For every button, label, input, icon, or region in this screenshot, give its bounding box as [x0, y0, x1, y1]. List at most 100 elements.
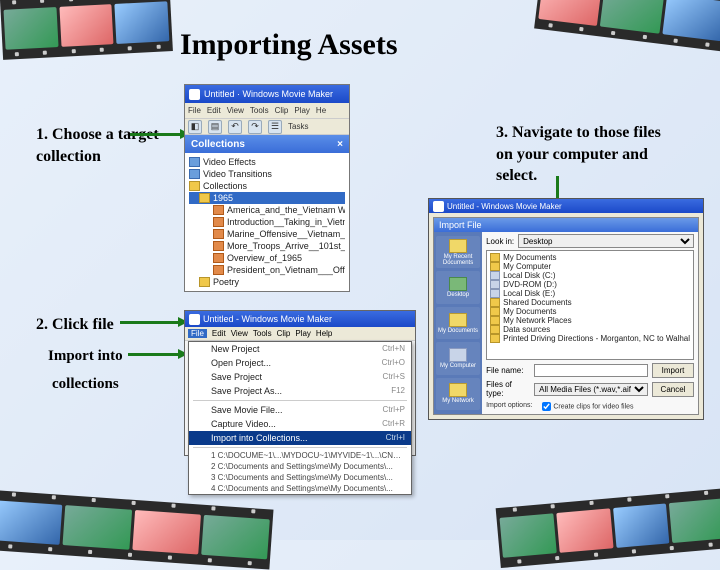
folder-icon: [490, 325, 500, 334]
place-item[interactable]: My Computer: [436, 342, 480, 374]
places-bar[interactable]: My Recent DocumentsDesktopMy DocumentsMy…: [434, 232, 482, 414]
menubar[interactable]: File Edit View Tools Clip Play Help: [185, 327, 415, 341]
folder-icon: [490, 298, 500, 307]
menu-help[interactable]: Help: [316, 329, 332, 338]
cancel-button[interactable]: Cancel: [652, 382, 694, 397]
file-list-item[interactable]: My Computer: [489, 262, 691, 271]
step-2-label-line2: Import into: [48, 346, 123, 366]
menu-item[interactable]: Import into Collections...Ctrl+I: [189, 431, 411, 445]
tree-item[interactable]: Collections: [189, 180, 345, 192]
create-clips-checkbox[interactable]: Create clips for video files: [542, 402, 633, 411]
menu-item[interactable]: Save ProjectCtrl+S: [189, 370, 411, 384]
step-1-label: 1. Choose a target collection: [36, 124, 186, 167]
tree-item[interactable]: Poetry: [189, 276, 345, 288]
toolbar[interactable]: ◧ ▤ ↶ ↷ ☰ Tasks: [185, 119, 349, 135]
menu-clip[interactable]: Clip: [277, 329, 291, 338]
tree-item-label: More_Troops_Arrive__101st_Airb: [227, 241, 345, 251]
file-list-item[interactable]: My Documents: [489, 307, 691, 316]
menu-play[interactable]: Play: [294, 106, 310, 115]
file-menu-dropdown[interactable]: New ProjectCtrl+NOpen Project...Ctrl+OSa…: [188, 341, 412, 495]
file-list-item[interactable]: My Network Places: [489, 316, 691, 325]
tree-item-label: Video Transitions: [203, 169, 272, 179]
place-item[interactable]: Desktop: [436, 271, 480, 303]
tree-item[interactable]: Video Effects: [189, 156, 345, 168]
folder-icon: [490, 334, 500, 343]
folder-icon: [213, 241, 224, 251]
menu-item[interactable]: New ProjectCtrl+N: [189, 342, 411, 356]
file-list[interactable]: My DocumentsMy ComputerLocal Disk (C:)DV…: [486, 250, 694, 360]
tree-item[interactable]: America_and_the_Vietnam War: [189, 204, 345, 216]
recent-file[interactable]: 2 C:\Documents and Settings\me\My Docume…: [189, 461, 411, 472]
tree-item[interactable]: President_on_Vietnam___Offers_P: [189, 264, 345, 276]
menu-item[interactable]: Save Project As...F12: [189, 384, 411, 398]
toolbar-button[interactable]: ▤: [208, 120, 222, 134]
menu-clip[interactable]: Clip: [275, 106, 289, 115]
menu-edit[interactable]: Edit: [212, 329, 226, 338]
app-icon: [189, 89, 200, 100]
window-title: Untitled - Windows Movie Maker: [203, 314, 332, 324]
menubar[interactable]: File Edit View Tools Clip Play He: [185, 103, 349, 119]
file-list-item[interactable]: Printed Driving Directions - Morganton, …: [489, 334, 691, 343]
toolbar-button[interactable]: ↷: [248, 120, 262, 134]
import-button[interactable]: Import: [652, 363, 694, 378]
recent-file[interactable]: 4 C:\Documents and Settings\me\My Docume…: [189, 483, 411, 494]
folder-icon: [199, 193, 210, 203]
recent-file[interactable]: 1 C:\DOCUME~1\...\MYDOCU~1\MYVIDE~1\...\…: [189, 450, 411, 461]
file-list-item[interactable]: My Documents: [489, 253, 691, 262]
menu-edit[interactable]: Edit: [207, 106, 221, 115]
tree-item-label: Collections: [203, 181, 247, 191]
recent-file[interactable]: 3 C:\Documents and Settings\me\My Docume…: [189, 472, 411, 483]
file-list-item[interactable]: Local Disk (C:): [489, 271, 691, 280]
arrow-icon: [128, 353, 180, 356]
menu-item[interactable]: Save Movie File...Ctrl+P: [189, 403, 411, 417]
menu-item[interactable]: Capture Video...Ctrl+R: [189, 417, 411, 431]
screenshot-collections-panel: Untitled · Windows Movie Maker FileEditV…: [184, 84, 350, 292]
lookin-select[interactable]: Desktop: [518, 234, 694, 248]
menu-view[interactable]: View: [227, 106, 244, 115]
file-list-item[interactable]: DVD-ROM (D:): [489, 280, 691, 289]
folder-icon: [213, 229, 224, 239]
menu-view[interactable]: View: [231, 329, 248, 338]
tree-item-label: Marine_Offensive__Vietnam_Land: [227, 229, 345, 239]
file-list-item[interactable]: Data sources: [489, 325, 691, 334]
menu-tools[interactable]: Tools: [250, 106, 269, 115]
step-3-label: 3. Navigate to those files on your compu…: [496, 122, 666, 187]
menu-he[interactable]: He: [316, 106, 326, 115]
step-2-label: 2. Click file: [36, 314, 166, 336]
menu-tools[interactable]: Tools: [253, 329, 272, 338]
folder-icon: [199, 277, 210, 287]
file-list-item[interactable]: Shared Documents: [489, 298, 691, 307]
tasks-button[interactable]: ☰: [268, 120, 282, 134]
folder-icon: [213, 205, 224, 215]
app-icon: [189, 314, 200, 325]
place-item[interactable]: My Documents: [436, 307, 480, 339]
filetype-select[interactable]: All Media Files (*.wav,*.aif,*.aiff,*.mp…: [534, 383, 648, 396]
drive-icon: [490, 289, 500, 298]
filmstrip-decoration: [0, 0, 173, 60]
tree-item[interactable]: Overview_of_1965: [189, 252, 345, 264]
menu-file[interactable]: File: [188, 106, 201, 115]
menu-play[interactable]: Play: [295, 329, 311, 338]
menu-file[interactable]: File: [188, 329, 207, 338]
tree-item[interactable]: Introduction__Taking_in_Vietnar: [189, 216, 345, 228]
menu-item[interactable]: Open Project...Ctrl+O: [189, 356, 411, 370]
window-titlebar: Untitled - Windows Movie Maker: [185, 311, 415, 327]
tree-item[interactable]: More_Troops_Arrive__101st_Airb: [189, 240, 345, 252]
window-titlebar: Untitled - Windows Movie Maker: [429, 199, 703, 213]
tree-item[interactable]: 1965: [189, 192, 345, 204]
tree-item[interactable]: Video Transitions: [189, 168, 345, 180]
toolbar-button[interactable]: ↶: [228, 120, 242, 134]
arrow-icon: [120, 321, 180, 324]
close-icon[interactable]: ×: [337, 139, 343, 150]
tree-item[interactable]: Marine_Offensive__Vietnam_Land: [189, 228, 345, 240]
toolbar-button[interactable]: ◧: [188, 120, 202, 134]
filename-input[interactable]: [534, 364, 648, 377]
import-options-label: Import options:: [486, 402, 532, 411]
file-list-item[interactable]: Local Disk (E:): [489, 289, 691, 298]
folder-icon: [490, 262, 500, 271]
filename-label: File name:: [486, 366, 530, 375]
place-item[interactable]: My Network: [436, 378, 480, 410]
screenshot-import-dialog: Untitled - Windows Movie Maker Import Fi…: [428, 198, 704, 420]
place-item[interactable]: My Recent Documents: [436, 236, 480, 268]
collections-tree[interactable]: Video EffectsVideo Transitions Collection…: [185, 153, 349, 291]
